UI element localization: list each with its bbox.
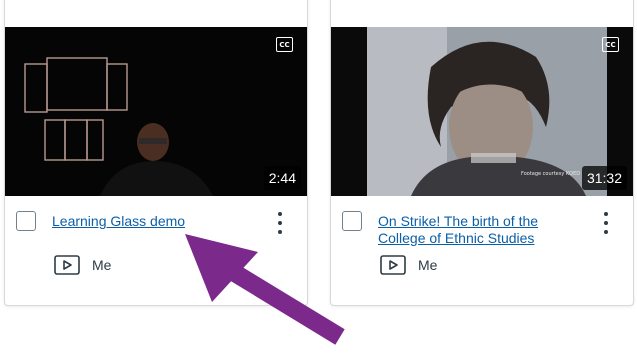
owner-row: Me [380, 255, 437, 275]
more-options-icon[interactable] [603, 212, 609, 234]
owner-label: Me [418, 257, 438, 273]
card-top-strip [5, 0, 307, 21]
duration-badge: 2:44 [263, 166, 301, 190]
duration-badge: 31:32 [581, 166, 627, 190]
video-title-link[interactable]: On Strike! The birth of the College of E… [378, 213, 578, 247]
select-checkbox[interactable] [16, 211, 36, 231]
more-options-icon[interactable] [277, 212, 283, 234]
closed-captions-icon: CC [276, 37, 293, 52]
owner-label: Me [92, 257, 112, 273]
select-checkbox[interactable] [342, 211, 362, 231]
card-meta: On Strike! The birth of the College of E… [331, 196, 633, 256]
media-card: Footage courtesy KQED CC 31:32 On Strike… [330, 0, 634, 306]
video-title-link[interactable]: Learning Glass demo [52, 213, 252, 230]
owner-row: Me [54, 255, 111, 275]
footage-credit: Footage courtesy KQED [521, 171, 580, 177]
closed-captions-icon: CC [602, 37, 619, 52]
thumbnail-image [5, 27, 307, 196]
card-meta: Learning Glass demo [5, 196, 307, 256]
card-top-strip [331, 0, 633, 21]
video-thumbnail[interactable]: Footage courtesy KQED CC 31:32 [331, 27, 633, 196]
play-icon [380, 255, 406, 275]
media-card: CC 2:44 Learning Glass demo Me [4, 0, 308, 306]
video-thumbnail[interactable]: CC 2:44 [5, 27, 307, 196]
play-icon [54, 255, 80, 275]
